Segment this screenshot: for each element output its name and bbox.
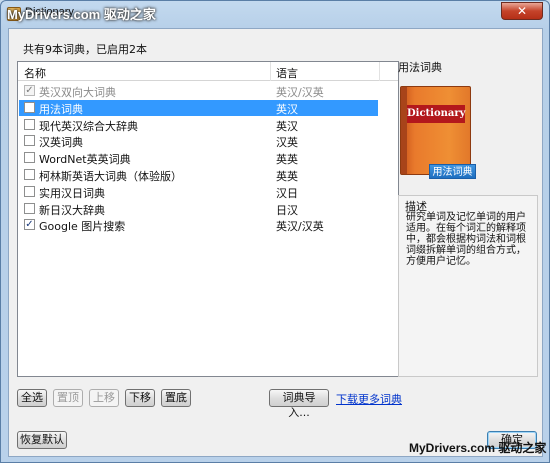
checkbox: ✓ (24, 85, 35, 96)
book-spine (401, 87, 407, 174)
dictionary-window: Dictionary MyDrivers.com 驱动之家 ✕ 共有9本词典，已… (0, 0, 550, 463)
column-divider (379, 62, 380, 81)
dictionary-name: 汉英词典 (39, 136, 83, 150)
column-divider (270, 62, 271, 81)
dictionary-name: 现代英汉综合大辞典 (39, 119, 138, 133)
list-header: 名称 语言 (18, 62, 398, 81)
description-box: 描述 研究单词及记忆单词的用户适用。在每个词汇的解释项中，都会根据构词法和词根词… (398, 195, 538, 377)
detail-title: 用法词典 (398, 61, 442, 74)
dictionary-name: 柯林斯英语大词典（体验版） (39, 170, 182, 183)
dictionary-language: 英汉 (276, 102, 298, 116)
dictionary-name: 新日汉大辞典 (39, 203, 105, 217)
list-item[interactable]: 新日汉大辞典 日汉 (19, 201, 378, 217)
list-item[interactable]: ✓ 英汉双向大词典 英汉/汉英 (19, 83, 378, 99)
list-item[interactable]: 汉英词典 汉英 (19, 133, 378, 149)
dictionary-language: 英汉/汉英 (276, 220, 324, 234)
list-item[interactable]: WordNet英英词典 英英 (19, 150, 378, 166)
close-button[interactable]: ✕ (501, 2, 543, 20)
dictionary-language: 日汉 (276, 203, 298, 217)
list-item[interactable]: 柯林斯英语大词典（体验版） 英英 (19, 167, 378, 183)
dictionary-language: 英英 (276, 153, 298, 167)
watermark: MyDrivers.com 驱动之家 (7, 7, 156, 22)
column-header-language[interactable]: 语言 (276, 65, 298, 81)
dictionary-name: 实用汉日词典 (39, 186, 105, 200)
select-all-button[interactable]: 全选 (17, 389, 47, 407)
dictionary-name: 英汉双向大词典 (39, 86, 116, 99)
move-top-button[interactable]: 置顶 (53, 389, 83, 407)
dictionary-name: Google 图片搜索 (39, 220, 126, 234)
dictionary-summary: 共有9本词典，已启用2本 (23, 43, 147, 56)
checkbox[interactable] (24, 202, 35, 214)
checkbox[interactable] (24, 101, 35, 113)
list-item[interactable]: 用法词典 英汉 (19, 99, 378, 116)
dictionary-language: 英汉 (276, 119, 298, 133)
dictionary-badge: 用法词典 (429, 164, 476, 179)
dictionary-language: 汉英 (276, 136, 298, 150)
move-down-button[interactable]: 下移 (125, 389, 155, 407)
checkbox[interactable] (24, 118, 35, 130)
dictionary-list[interactable]: 名称 语言 ✓ 英汉双向大词典 英汉/汉英 用法词典 英汉 现代英汉综合大辞典 英汉 汉英词典… (17, 61, 399, 377)
list-item[interactable]: 实用汉日词典 汉日 (19, 184, 378, 200)
dialog-body: 共有9本词典，已启用2本 名称 语言 ✓ 英汉双向大词典 英汉/汉英 用法词典 英汉 现代… (8, 28, 543, 457)
dictionary-name: WordNet英英词典 (39, 153, 131, 167)
restore-default-button[interactable]: 恢复默认 (17, 431, 67, 449)
dictionary-name: 用法词典 (39, 102, 83, 116)
checkbox[interactable] (24, 169, 35, 180)
description-text: 研究单词及记忆单词的用户适用。在每个词汇的解释项中，都会根据构词法和词根词缀拆解… (406, 212, 526, 267)
checkbox[interactable]: ✓ (24, 219, 35, 231)
checkbox[interactable] (24, 185, 35, 197)
footer-watermark: MyDrivers.com 驱动之家 (409, 441, 547, 455)
move-bottom-button[interactable]: 置底 (161, 389, 191, 407)
dictionary-language: 英英 (276, 170, 298, 183)
list-item[interactable]: 现代英汉综合大辞典 英汉 (19, 117, 378, 133)
column-header-name[interactable]: 名称 (24, 65, 46, 81)
title-bar: Dictionary MyDrivers.com 驱动之家 ✕ (1, 1, 549, 27)
import-dictionary-button[interactable]: 词典导入... (269, 389, 329, 419)
dictionary-language: 英汉/汉英 (276, 86, 324, 99)
checkbox[interactable] (24, 135, 35, 147)
dictionary-cover-image: Dictionary (400, 86, 471, 175)
book-label: Dictionary (407, 105, 465, 123)
download-more-link[interactable]: 下载更多词典 (336, 391, 402, 407)
checkbox[interactable] (24, 152, 35, 164)
dictionary-language: 汉日 (276, 186, 298, 200)
move-up-button[interactable]: 上移 (89, 389, 119, 407)
list-item[interactable]: ✓ Google 图片搜索 英汉/汉英 (19, 217, 378, 233)
